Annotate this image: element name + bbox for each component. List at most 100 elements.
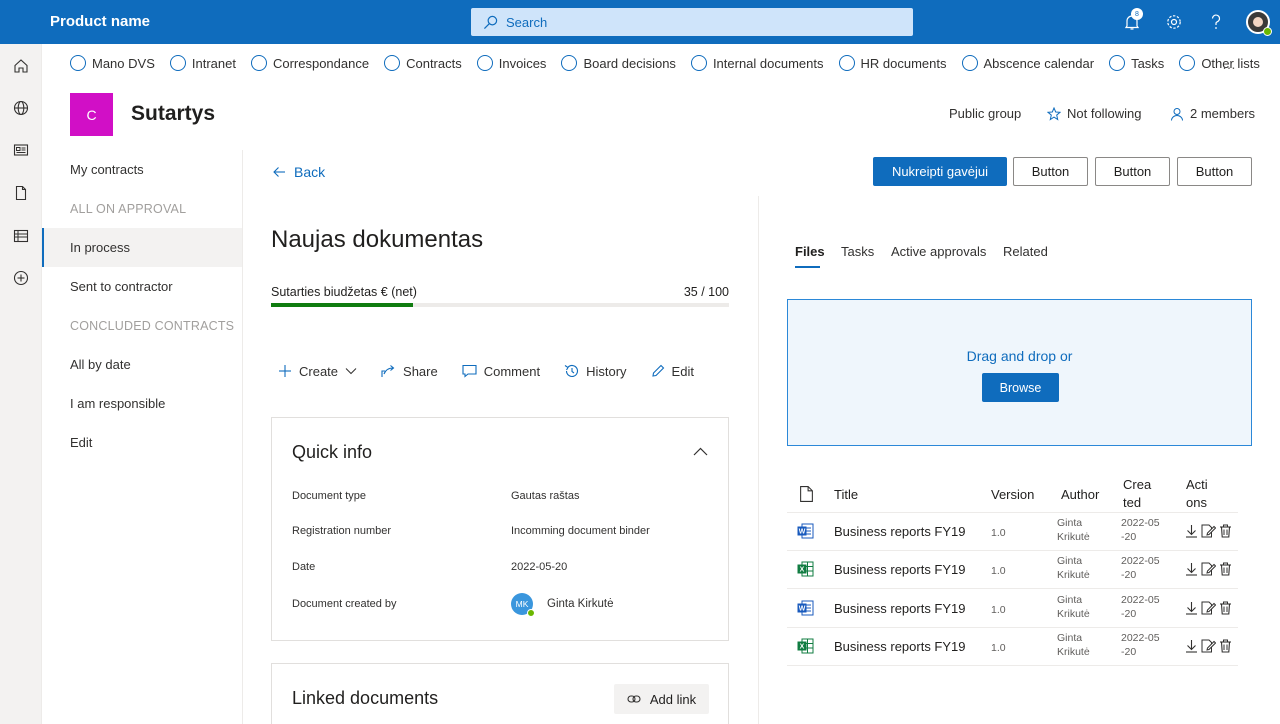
site-title: Sutartys <box>131 102 216 125</box>
send-to-recipient-button[interactable]: Nukreipti gavėjui <box>873 157 1007 186</box>
user-avatar[interactable] <box>1246 10 1272 36</box>
trash-icon[interactable] <box>1219 601 1232 615</box>
search-box[interactable]: Search <box>471 8 913 36</box>
hub-item-other-lists[interactable]: Other lists <box>1179 55 1260 71</box>
nav-all-by-date[interactable]: All by date <box>42 345 242 384</box>
column-version[interactable]: Version <box>991 487 1034 502</box>
home-icon <box>14 59 28 73</box>
browse-button[interactable]: Browse <box>982 373 1059 402</box>
tab-related[interactable]: Related <box>1003 244 1048 259</box>
hub-item-mano-dvs[interactable]: Mano DVS <box>70 55 155 71</box>
edit-document-icon[interactable] <box>1201 562 1216 576</box>
column-author[interactable]: Author <box>1061 487 1099 502</box>
share-button[interactable]: Share <box>381 364 438 379</box>
download-icon[interactable] <box>1185 601 1198 615</box>
rail-files[interactable] <box>11 183 31 203</box>
nav-edit[interactable]: Edit <box>42 423 242 462</box>
edit-document-icon[interactable] <box>1201 601 1216 615</box>
circle-icon <box>476 55 493 71</box>
more-button[interactable]: … <box>1222 56 1237 72</box>
trash-icon[interactable] <box>1219 562 1232 576</box>
comment-button[interactable]: Comment <box>462 364 540 379</box>
table-row[interactable]: X Business reports FY19 1.0 Ginta Krikutė 202… <box>787 628 1238 666</box>
column-actions: Acti ons <box>1186 477 1208 510</box>
app-rail <box>0 44 42 724</box>
column-title[interactable]: Title <box>834 487 858 502</box>
command-bar: Create Share Comment History Edit <box>278 361 718 381</box>
tab-tasks[interactable]: Tasks <box>841 244 874 259</box>
hub-item-abscence-calendar[interactable]: Abscence calendar <box>961 55 1094 71</box>
help-button[interactable] <box>1205 11 1227 33</box>
hub-item-intranet[interactable]: Intranet <box>169 55 236 71</box>
file-title[interactable]: Business reports FY19 <box>834 524 966 539</box>
table-row[interactable]: W Business reports FY19 1.0 Ginta Krikutė 202… <box>787 590 1238 628</box>
button-1[interactable]: Button <box>1013 157 1088 186</box>
word-icon: W <box>797 523 814 539</box>
active-tab-indicator <box>795 266 820 268</box>
trash-icon[interactable] <box>1219 524 1232 538</box>
back-link[interactable]: Back <box>273 164 325 180</box>
download-icon[interactable] <box>1185 639 1198 653</box>
download-icon[interactable] <box>1185 524 1198 538</box>
hub-item-tasks[interactable]: Tasks <box>1109 55 1164 71</box>
chevron-up-icon <box>693 447 708 456</box>
circle-icon <box>961 55 978 71</box>
history-button[interactable]: History <box>564 364 627 379</box>
creator-avatar[interactable]: MK <box>511 593 535 617</box>
site-logo: C <box>70 93 113 136</box>
button-2[interactable]: Button <box>1095 157 1170 186</box>
add-link-button[interactable]: Add link <box>614 684 709 714</box>
trash-icon[interactable] <box>1219 639 1232 653</box>
globe-icon <box>13 100 29 116</box>
table-row[interactable]: X Business reports FY19 1.0 Ginta Krikutė 202… <box>787 551 1238 590</box>
rail-home[interactable] <box>11 56 31 76</box>
product-name[interactable]: Product name <box>50 13 150 30</box>
creator-name[interactable]: Ginta Kirkutė <box>547 598 613 610</box>
tab-files[interactable]: Files <box>795 244 825 259</box>
hub-item-internal-documents[interactable]: Internal documents <box>690 55 824 71</box>
hub-item-contracts[interactable]: Contracts <box>384 55 462 71</box>
button-3[interactable]: Button <box>1177 157 1252 186</box>
rail-create[interactable] <box>11 268 31 288</box>
hub-item-hr-documents[interactable]: HR documents <box>838 55 947 71</box>
nav-header-concluded-contracts[interactable]: CONCLUDED CONTRACTS <box>42 306 242 345</box>
row-actions <box>1185 639 1235 653</box>
top-bar: Product name Search 8 <box>0 0 1280 44</box>
edit-document-icon[interactable] <box>1201 524 1216 538</box>
download-icon[interactable] <box>1185 562 1198 576</box>
file-version: 1.0 <box>991 565 1006 578</box>
nav-sent-to-contractor[interactable]: Sent to contractor <box>42 267 242 306</box>
hub-navigation: Mano DVS Intranet Correspondance Contrac… <box>70 54 1275 72</box>
hub-item-correspondance[interactable]: Correspondance <box>250 55 369 71</box>
file-title[interactable]: Business reports FY19 <box>834 639 966 654</box>
rail-lists[interactable] <box>11 226 31 246</box>
circle-icon <box>70 55 86 71</box>
column-created[interactable]: Crea ted <box>1123 476 1151 512</box>
file-drop-zone[interactable]: Drag and drop or Browse <box>787 299 1252 446</box>
hub-item-invoices[interactable]: Invoices <box>476 55 546 71</box>
tab-active-approvals[interactable]: Active approvals <box>891 244 986 259</box>
follow-button[interactable]: Not following <box>1047 106 1141 121</box>
edit-button[interactable]: Edit <box>651 364 694 379</box>
quick-info-label: Document type <box>292 490 366 502</box>
arrow-left-icon <box>273 167 285 177</box>
nav-in-process[interactable]: In process <box>42 228 242 267</box>
hub-item-board-decisions[interactable]: Board decisions <box>561 55 676 71</box>
nav-my-contracts[interactable]: My contracts <box>42 150 242 189</box>
file-title[interactable]: Business reports FY19 <box>834 601 966 616</box>
settings-button[interactable] <box>1163 11 1185 33</box>
edit-document-icon[interactable] <box>1201 639 1216 653</box>
panel-divider <box>758 196 759 724</box>
file-title[interactable]: Business reports FY19 <box>834 562 966 577</box>
table-row[interactable]: W Business reports FY19 1.0 Ginta Krikutė 202… <box>787 513 1238 551</box>
nav-header-all-on-approval[interactable]: ALL ON APPROVAL <box>42 189 242 228</box>
rail-sites[interactable] <box>11 98 31 118</box>
nav-i-am-responsible[interactable]: I am responsible <box>42 384 242 423</box>
file-version: 1.0 <box>991 603 1006 616</box>
rail-news[interactable] <box>11 140 31 160</box>
members-button[interactable]: 2 members <box>1170 106 1255 121</box>
help-icon <box>1211 14 1221 29</box>
site-left-nav: My contracts ALL ON APPROVAL In process … <box>42 150 243 724</box>
create-button[interactable]: Create <box>278 364 357 379</box>
collapse-button[interactable] <box>693 444 708 459</box>
